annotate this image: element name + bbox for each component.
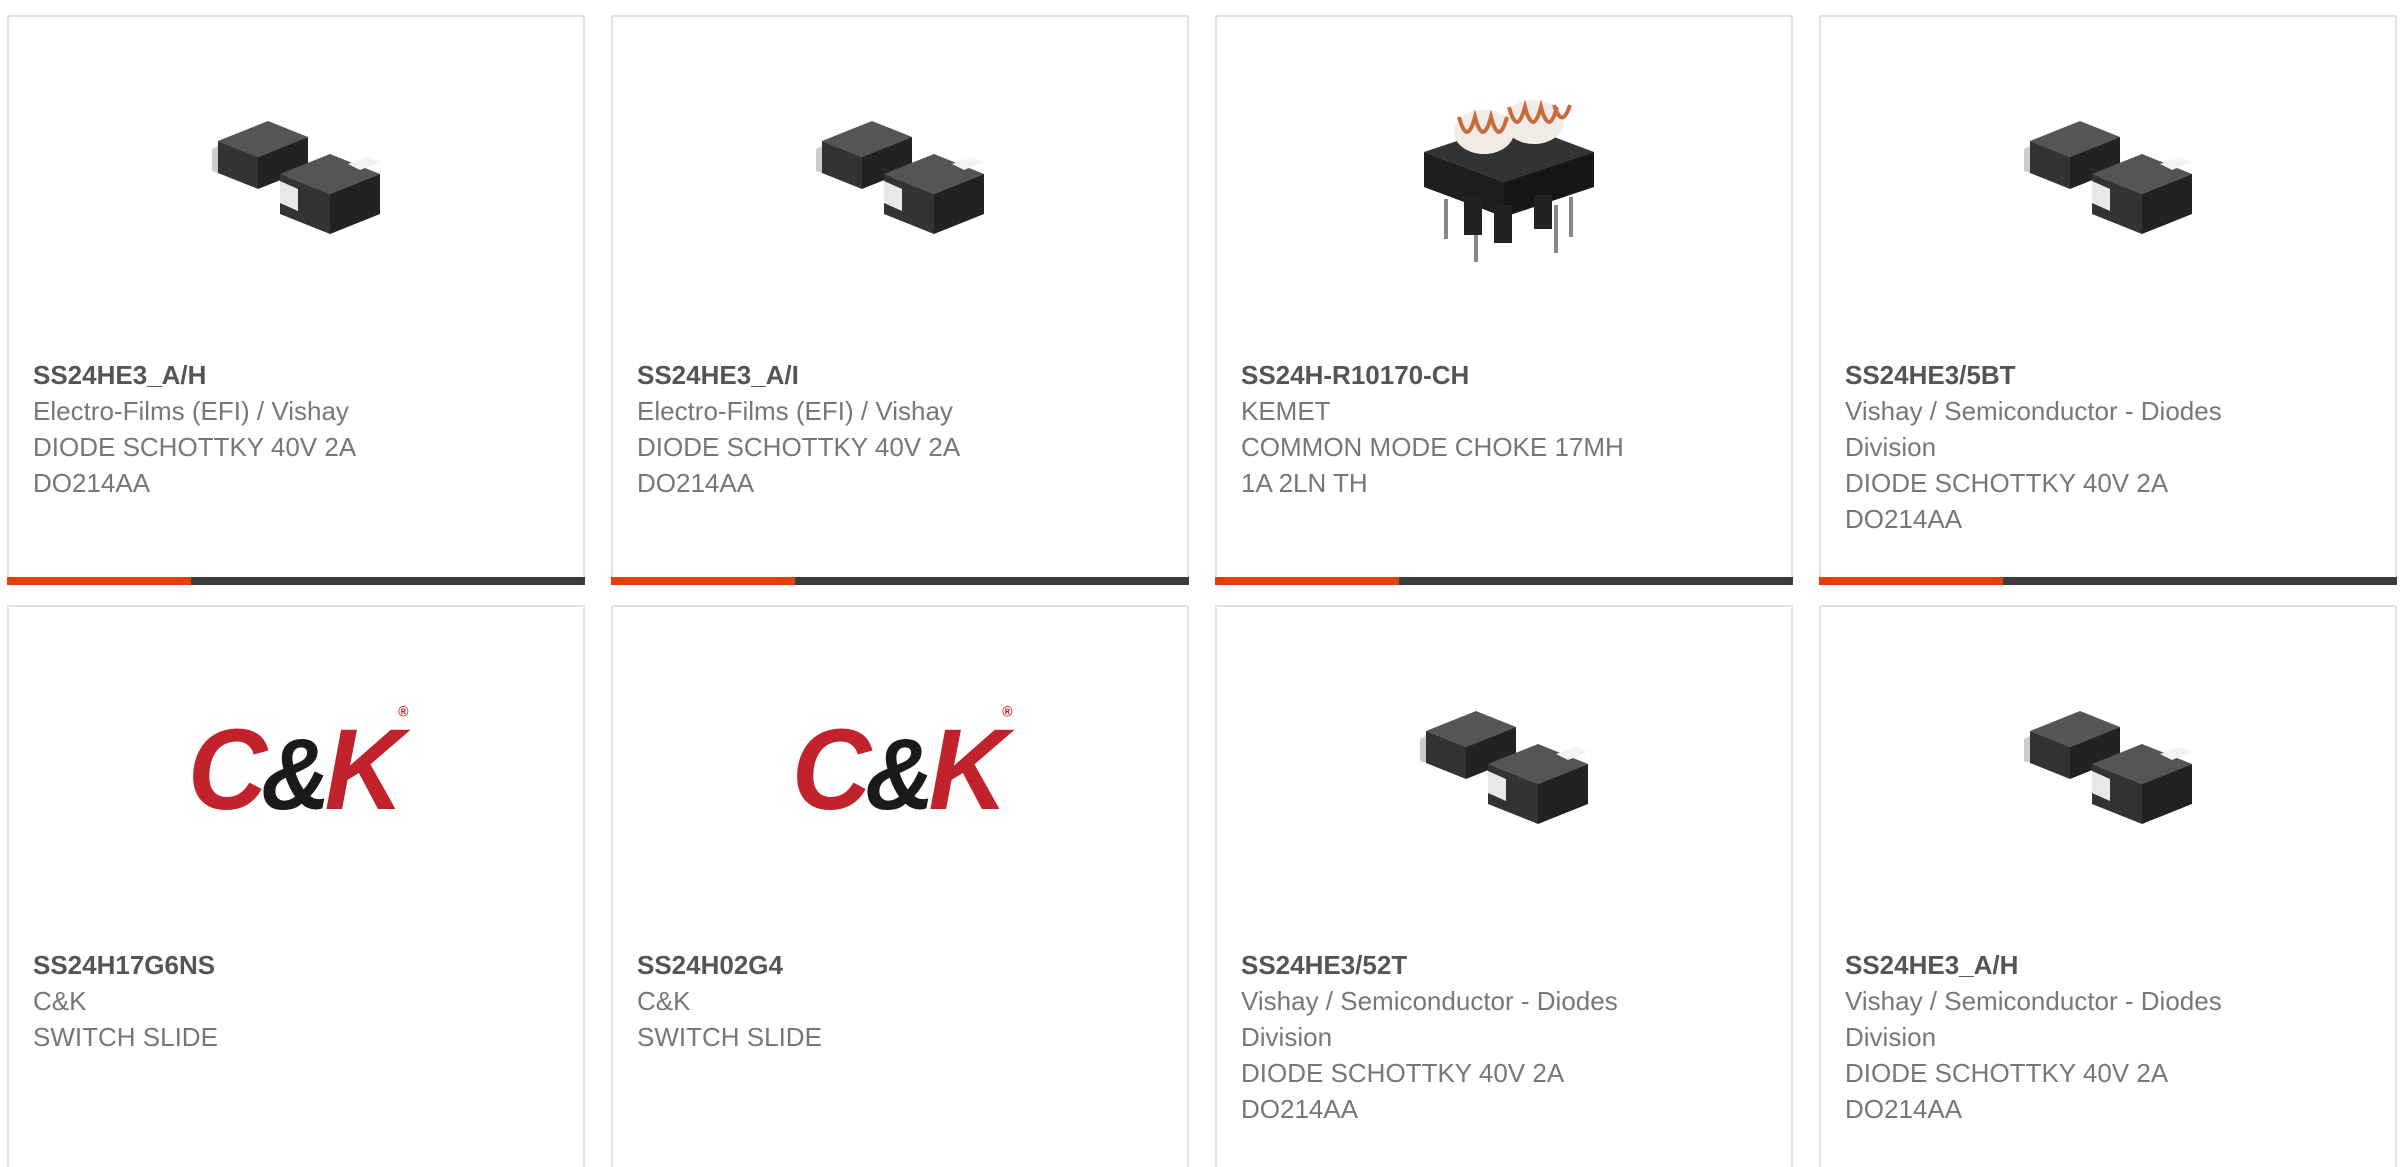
part-number[interactable]: SS24HE3/52T — [1241, 947, 1767, 983]
product-info: SS24HE3_A/H Electro-Films (EFI) / Vishay… — [33, 357, 559, 501]
manufacturer: Division — [1845, 432, 1937, 462]
product-card[interactable]: SS24H-R10170-CH KEMET COMMON MODE CHOKE … — [1215, 15, 1793, 585]
accent-segment — [1215, 577, 1399, 585]
description-line: DO214AA — [1241, 1094, 1359, 1124]
product-card[interactable]: SS24HE3_A/I Electro-Films (EFI) / Vishay… — [611, 15, 1189, 585]
ck-logo-text: C&K® — [791, 702, 1013, 834]
description-line: DO214AA — [33, 468, 151, 498]
description-line: DO214AA — [637, 468, 755, 498]
product-card[interactable]: C&K® SS24H17G6NS C&K SWITCH SLIDE — [7, 605, 585, 1167]
description-line: COMMON MODE CHOKE 17MH — [1241, 432, 1624, 462]
product-info: SS24H-R10170-CH KEMET COMMON MODE CHOKE … — [1241, 357, 1767, 501]
accent-segment — [7, 577, 191, 585]
part-number[interactable]: SS24HE3_A/H — [33, 357, 559, 393]
accent-segment — [1819, 577, 2003, 585]
product-info: SS24H17G6NS C&K SWITCH SLIDE — [33, 947, 559, 1055]
description-line: DO214AA — [1845, 504, 1963, 534]
manufacturer: Division — [1845, 1022, 1937, 1052]
card-accent-bar — [611, 577, 1189, 585]
diode-smd-icon — [1404, 667, 1608, 871]
ck-logo-text: C&K® — [187, 702, 409, 834]
product-card[interactable]: SS24HE3_A/H Vishay / Semiconductor - Dio… — [1819, 605, 2397, 1167]
product-card[interactable]: C&K® SS24H02G4 C&K SWITCH SLIDE — [611, 605, 1189, 1167]
ck-logo: C&K® — [188, 667, 409, 871]
manufacturer: C&K — [637, 986, 691, 1016]
product-grid: SS24HE3_A/H Electro-Films (EFI) / Vishay… — [0, 0, 2400, 1167]
part-number[interactable]: SS24H02G4 — [637, 947, 1163, 983]
product-info: SS24HE3_A/I Electro-Films (EFI) / Vishay… — [637, 357, 1163, 501]
card-accent-bar — [1819, 577, 2397, 585]
part-number[interactable]: SS24HE3_A/H — [1845, 947, 2371, 983]
product-card[interactable]: SS24HE3/52T Vishay / Semiconductor - Dio… — [1215, 605, 1793, 1167]
product-card[interactable]: SS24HE3/5BT Vishay / Semiconductor - Dio… — [1819, 15, 2397, 585]
manufacturer: Vishay / Semiconductor - Diodes — [1845, 986, 2222, 1016]
product-info: SS24HE3/5BT Vishay / Semiconductor - Dio… — [1845, 357, 2371, 537]
part-number[interactable]: SS24H-R10170-CH — [1241, 357, 1767, 393]
manufacturer: C&K — [33, 986, 87, 1016]
description-line: DIODE SCHOTTKY 40V 2A — [637, 432, 961, 462]
diode-smd-icon — [800, 77, 1004, 281]
manufacturer: Vishay / Semiconductor - Diodes — [1845, 396, 2222, 426]
description-line: 1A 2LN TH — [1241, 468, 1368, 498]
diode-smd-icon — [196, 77, 400, 281]
manufacturer: Electro-Films (EFI) / Vishay — [33, 396, 349, 426]
card-accent-bar — [7, 577, 585, 585]
ck-logo: C&K® — [792, 667, 1013, 871]
description-line: DO214AA — [1845, 1094, 1963, 1124]
description-line: SWITCH SLIDE — [33, 1022, 218, 1052]
part-number[interactable]: SS24HE3_A/I — [637, 357, 1163, 393]
accent-segment — [611, 577, 795, 585]
manufacturer: Division — [1241, 1022, 1333, 1052]
product-card[interactable]: SS24HE3_A/H Electro-Films (EFI) / Vishay… — [7, 15, 585, 585]
description-line: DIODE SCHOTTKY 40V 2A — [1845, 1058, 2169, 1088]
diode-smd-icon — [2008, 667, 2212, 871]
description-line: DIODE SCHOTTKY 40V 2A — [1845, 468, 2169, 498]
manufacturer: KEMET — [1241, 396, 1331, 426]
card-accent-bar — [1215, 577, 1793, 585]
part-number[interactable]: SS24H17G6NS — [33, 947, 559, 983]
product-info: SS24HE3/52T Vishay / Semiconductor - Dio… — [1241, 947, 1767, 1127]
description-line: DIODE SCHOTTKY 40V 2A — [1241, 1058, 1565, 1088]
choke-icon — [1404, 77, 1608, 281]
manufacturer: Vishay / Semiconductor - Diodes — [1241, 986, 1618, 1016]
manufacturer: Electro-Films (EFI) / Vishay — [637, 396, 953, 426]
product-info: SS24H02G4 C&K SWITCH SLIDE — [637, 947, 1163, 1055]
diode-smd-icon — [2008, 77, 2212, 281]
part-number[interactable]: SS24HE3/5BT — [1845, 357, 2371, 393]
product-info: SS24HE3_A/H Vishay / Semiconductor - Dio… — [1845, 947, 2371, 1127]
description-line: DIODE SCHOTTKY 40V 2A — [33, 432, 357, 462]
description-line: SWITCH SLIDE — [637, 1022, 822, 1052]
